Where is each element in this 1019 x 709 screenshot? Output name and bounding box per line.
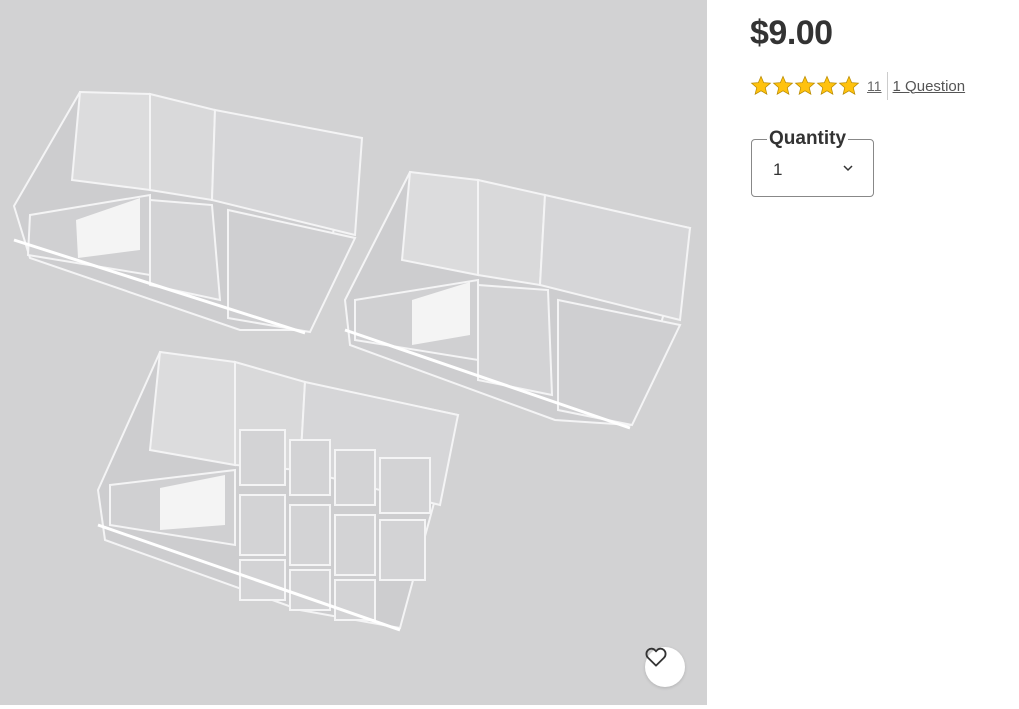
product-image[interactable] <box>0 0 707 705</box>
organizer-illustration <box>12 90 692 632</box>
star-rating[interactable] <box>750 75 860 97</box>
review-count-link[interactable]: 11 <box>867 78 882 94</box>
organizer-1 <box>12 90 364 335</box>
chevron-down-icon <box>843 165 853 172</box>
star-icon <box>816 75 838 96</box>
rating-row: 11 1 Question <box>750 72 965 100</box>
rating-divider <box>886 72 888 100</box>
quantity-label: Quantity <box>767 127 849 151</box>
organizer-3 <box>96 350 460 632</box>
star-icon <box>838 75 860 96</box>
product-price: $9.00 <box>750 14 833 52</box>
star-icon <box>772 75 794 96</box>
quantity-value: 1 <box>773 160 783 179</box>
organizer-2 <box>343 170 692 430</box>
star-icon <box>794 75 816 96</box>
favorite-button[interactable] <box>645 647 685 687</box>
heart-icon <box>645 647 667 667</box>
star-icon <box>750 75 772 96</box>
questions-link[interactable]: 1 Question <box>893 78 966 95</box>
quantity-select[interactable]: Quantity 1 <box>751 127 874 197</box>
